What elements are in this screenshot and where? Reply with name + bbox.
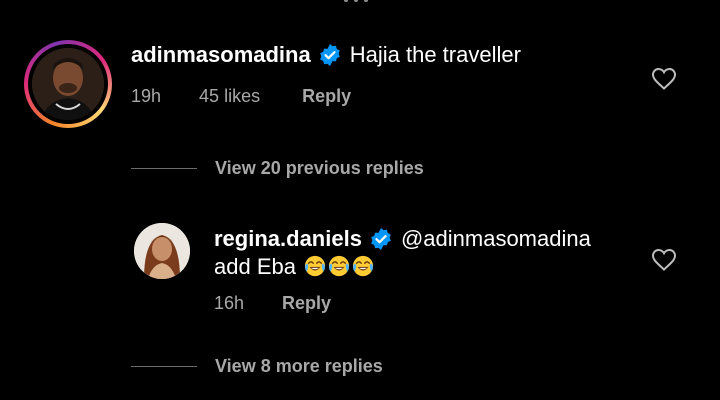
- mention-link[interactable]: @adinmasomadina: [401, 226, 591, 252]
- divider-line: [131, 168, 197, 169]
- divider-line: [131, 366, 197, 367]
- face-with-tears-of-joy-icon: [328, 255, 350, 277]
- comment-username[interactable]: adinmasomadina: [131, 42, 311, 68]
- view-previous-replies[interactable]: View 20 previous replies: [131, 158, 424, 179]
- view-previous-replies-label[interactable]: View 20 previous replies: [215, 158, 424, 179]
- verified-badge-icon: [371, 228, 391, 250]
- comment-likes[interactable]: 45 likes: [199, 86, 260, 107]
- reply-button[interactable]: Reply: [282, 293, 331, 314]
- verified-badge-icon: [319, 44, 340, 66]
- avatar: [32, 48, 104, 120]
- comment-time: 19h: [131, 86, 162, 106]
- view-more-replies[interactable]: View 8 more replies: [131, 356, 383, 377]
- reply-time: 16h: [214, 293, 245, 313]
- comment-text: Hajia the traveller: [349, 42, 521, 67]
- emoji-group: [304, 254, 376, 280]
- reply-username[interactable]: regina.daniels: [214, 226, 362, 252]
- like-heart-icon[interactable]: [651, 67, 677, 91]
- reply-text: add Eba: [214, 254, 296, 279]
- face-with-tears-of-joy-icon: [304, 255, 326, 277]
- reply-button[interactable]: Reply: [302, 86, 351, 107]
- face-with-tears-of-joy-icon: [352, 255, 374, 277]
- like-heart-icon[interactable]: [651, 248, 677, 272]
- avatar-story-ring[interactable]: [24, 40, 112, 128]
- view-more-replies-label[interactable]: View 8 more replies: [215, 356, 383, 377]
- more-dots: [344, 0, 368, 2]
- avatar[interactable]: [134, 223, 190, 279]
